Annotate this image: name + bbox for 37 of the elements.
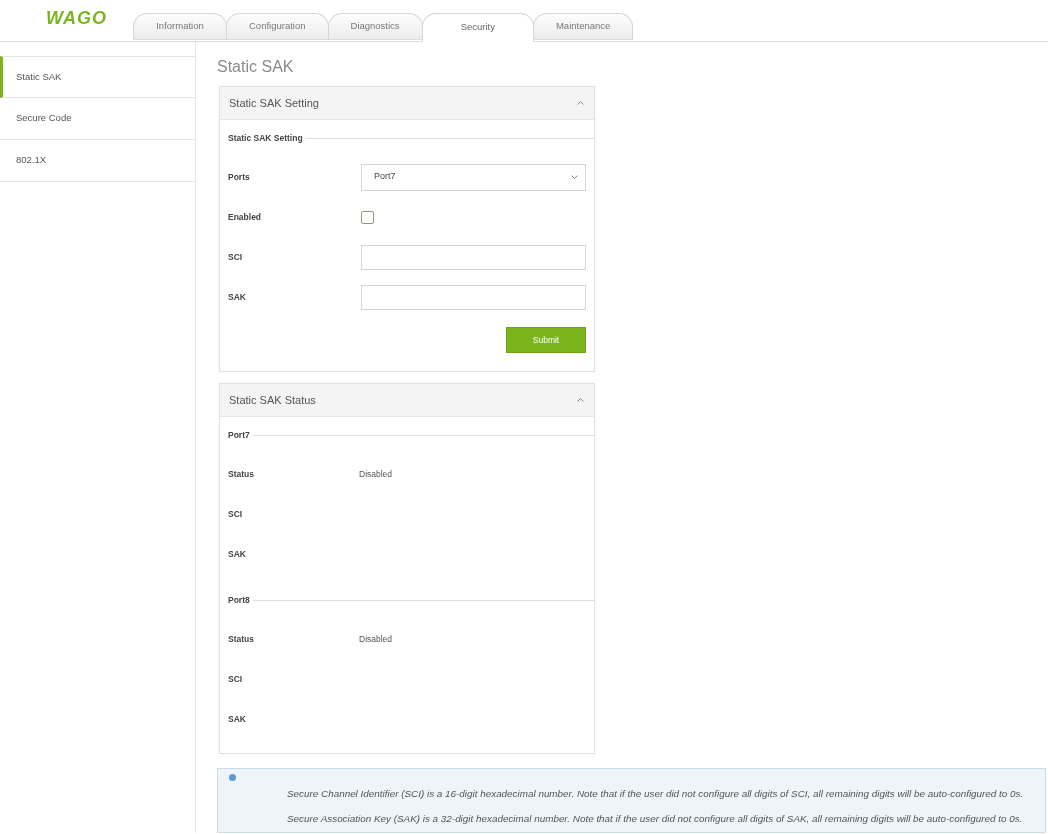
note-text: Secure Channel Identifier (SCI) is a 16-digit hexadecimal number. Note that if the user did not configure all digits of SCI, all remaining digits will be auto-configured to 0s. (287, 787, 1024, 802)
status-label: Status (228, 467, 255, 481)
page-title: Static SAK (217, 57, 295, 77)
panel-header[interactable]: Static SAK Status (220, 384, 594, 418)
status-label: SAK (228, 712, 247, 726)
field-label: Enabled (228, 210, 263, 224)
status-value: Disabled (359, 467, 393, 481)
fieldset-legend: Static SAK Setting (228, 132, 303, 145)
fieldset-legend: Port8 (228, 594, 250, 607)
sidebar-item[interactable]: 802.1X (0, 140, 195, 182)
chevron-down-icon (571, 175, 578, 179)
panel-title: Static SAK Status (229, 392, 316, 408)
panel-title: Static SAK Setting (229, 95, 319, 111)
tab[interactable]: Maintenance (532, 13, 634, 40)
sidebar-item[interactable]: Secure Code (0, 98, 195, 140)
field-label: Ports (228, 170, 251, 184)
logo: WAGO (46, 8, 107, 28)
note-text: Secure Association Key (SAK) is a 32-digit hexadecimal number. Note that if the user did not configure all digits of SAK, all remaining digits will be auto-configured to 0s. (287, 812, 1024, 827)
ports-select[interactable]: Port7 (361, 163, 586, 191)
info-dot-icon (229, 774, 236, 782)
tab[interactable]: Security (421, 13, 534, 42)
fieldset-legend: Port7 (228, 429, 250, 442)
input-field[interactable] (361, 244, 586, 270)
field-label: SAK (228, 290, 247, 304)
sidebar-item[interactable]: Static SAK (0, 56, 195, 98)
status-label: SCI (228, 672, 244, 686)
status-label: SAK (228, 547, 247, 561)
tab[interactable]: Configuration (226, 13, 329, 40)
panel-header[interactable]: Static SAK Setting (220, 87, 594, 120)
status-label: Status (228, 632, 255, 646)
tab[interactable]: Information (133, 13, 227, 40)
tab[interactable]: Diagnostics (327, 13, 423, 40)
status-value: Disabled (359, 632, 393, 646)
status-label: SCI (228, 507, 244, 521)
input-field[interactable] (361, 284, 586, 310)
enabled-checkbox[interactable] (361, 210, 374, 224)
field-label: SCI (228, 250, 244, 264)
